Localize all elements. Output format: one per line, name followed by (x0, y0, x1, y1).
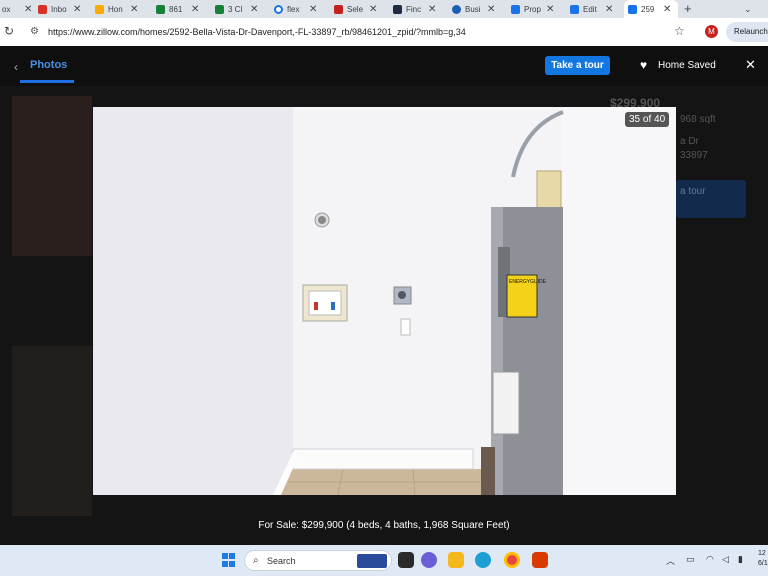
listing-photo[interactable]: ENERGYGUIDE (93, 107, 676, 495)
display-icon[interactable]: ▭ (686, 554, 695, 565)
sheets-icon (156, 4, 165, 14)
background-thumbnail (12, 346, 92, 516)
energyguide-label: ENERGYGUIDE (509, 279, 547, 285)
tab-photos[interactable]: Photos (30, 59, 67, 71)
background-zip: 33897 (680, 150, 708, 161)
office-icon[interactable] (532, 552, 548, 568)
taskbar-search[interactable]: ⌕ Search (244, 550, 392, 571)
close-tab-icon[interactable]: ✕ (605, 4, 613, 15)
photo-caption: For Sale: $299,900 (4 beds, 4 baths, 1,9… (258, 520, 510, 531)
browser-tab[interactable]: Prop ✕ (507, 0, 554, 18)
tab-label: 3 Cl (228, 4, 243, 14)
close-tab-icon[interactable]: ✕ (546, 4, 554, 15)
chrome-icon[interactable] (504, 552, 520, 568)
target-icon (274, 4, 283, 14)
tab-label: flex (287, 4, 300, 14)
browser-tab[interactable]: Finc ✕ (389, 0, 436, 18)
browser-tab-active[interactable]: 259 ✕ (624, 0, 678, 18)
zillow-icon (511, 4, 520, 14)
find-icon (393, 4, 402, 14)
reload-icon[interactable]: ↻ (4, 24, 14, 38)
edge-icon[interactable] (475, 552, 491, 568)
close-tab-icon[interactable]: ✕ (369, 4, 377, 15)
battery-icon[interactable]: ▮ (738, 554, 743, 565)
laundry-room-photo: ENERGYGUIDE (93, 107, 676, 495)
tab-label: Edit (583, 4, 597, 14)
browser-tab[interactable]: ox ✕ (0, 0, 32, 18)
photo-viewer-header: ‹ Photos Take a tour ♥ Home Saved ✕ (0, 46, 768, 86)
tab-label: Prop (524, 4, 541, 14)
background-tour-label: a tour (680, 186, 706, 197)
browser-tab[interactable]: Hon ✕ (91, 0, 138, 18)
volume-icon[interactable]: ◁ (722, 554, 729, 565)
browser-tab-strip: ox ✕ Inbo ✕ Hon ✕ 861 ✕ 3 Cl ✕ flex ✕ Se… (0, 0, 768, 18)
browser-tab[interactable]: Inbo ✕ (34, 0, 81, 18)
browser-tab[interactable]: Edit ✕ (566, 0, 613, 18)
close-tab-icon[interactable]: ✕ (130, 4, 138, 15)
relaunch-button[interactable]: Relaunch t (726, 22, 768, 42)
tab-label: Finc (406, 4, 422, 14)
zillow-icon (570, 4, 579, 14)
search-icon: ⌕ (253, 555, 259, 566)
close-viewer-icon[interactable]: ✕ (745, 57, 756, 73)
url-field[interactable]: https://www.zillow.com/homes/2592-Bella-… (48, 27, 466, 37)
profile-avatar[interactable]: M (705, 25, 718, 38)
address-bar-row: ↻ ⚙ https://www.zillow.com/homes/2592-Be… (0, 18, 768, 46)
show-hidden-icons-icon[interactable]: ︿ (666, 554, 675, 567)
windows-taskbar: ⌕ Search ︿ ▭ ◠ ◁ ▮ 12 6/1 (0, 545, 768, 576)
select-icon (334, 4, 343, 14)
browser-tab[interactable]: flex ✕ (270, 0, 317, 18)
zillow-photo-viewer: $299,900 968 sqft a Dr 33897 a tour ‹ Ph… (0, 46, 768, 545)
browser-tab[interactable]: Busi ✕ (448, 0, 495, 18)
sheets-icon (215, 4, 224, 14)
tab-label: Hon (108, 4, 123, 14)
gmail-icon (38, 4, 47, 14)
background-sqft: 968 sqft (680, 114, 716, 125)
drive-icon (95, 4, 104, 14)
teams-icon[interactable] (421, 552, 437, 568)
close-tab-icon[interactable]: ✕ (250, 4, 258, 15)
background-thumbnail (12, 96, 92, 256)
close-tab-icon[interactable]: ✕ (663, 4, 671, 15)
windows-start-icon[interactable] (222, 553, 236, 567)
background-tour-button: a tour (676, 180, 746, 218)
tab-label: 259 (641, 4, 655, 14)
close-tab-icon[interactable]: ✕ (487, 4, 495, 15)
task-view-icon[interactable] (398, 552, 414, 568)
site-info-icon[interactable]: ⚙ (30, 26, 39, 37)
tab-search-chevron-icon[interactable]: ⌄ (744, 0, 752, 18)
tab-label: Busi (465, 4, 481, 14)
taskbar-search-label: Search (267, 556, 296, 566)
close-tab-icon[interactable]: ✕ (73, 4, 81, 15)
heart-icon[interactable]: ♥ (640, 58, 647, 72)
take-tour-button[interactable]: Take a tour (545, 56, 610, 75)
browser-tab[interactable]: 861 ✕ (152, 0, 199, 18)
close-tab-icon[interactable]: ✕ (24, 4, 32, 15)
search-highlight-icon (357, 554, 387, 568)
business-icon (452, 4, 461, 14)
browser-tab[interactable]: Sele ✕ (330, 0, 377, 18)
file-explorer-icon[interactable] (448, 552, 464, 568)
bookmark-star-icon[interactable]: ☆ (674, 24, 685, 38)
close-tab-icon[interactable]: ✕ (428, 4, 436, 15)
close-tab-icon[interactable]: ✕ (191, 4, 199, 15)
clock-time: 12 (758, 550, 766, 557)
wifi-icon[interactable]: ◠ (706, 554, 714, 565)
new-tab-button[interactable]: + (684, 0, 692, 18)
system-clock[interactable]: 12 6/1 (758, 549, 768, 569)
background-address: a Dr (680, 136, 699, 147)
tab-label: Inbo (51, 4, 67, 14)
browser-tab[interactable]: 3 Cl ✕ (211, 0, 258, 18)
tab-label: Sele (347, 4, 364, 14)
photo-counter: 35 of 40 (625, 112, 670, 127)
tab-label: ox (2, 4, 11, 14)
clock-date: 6/1 (758, 560, 768, 567)
close-tab-icon[interactable]: ✕ (309, 4, 317, 15)
tab-label: 861 (169, 4, 183, 14)
home-saved-button[interactable]: Home Saved (658, 60, 716, 71)
tab-underline (20, 80, 74, 83)
back-arrow-icon[interactable]: ‹ (14, 60, 18, 74)
zillow-icon (628, 4, 637, 14)
